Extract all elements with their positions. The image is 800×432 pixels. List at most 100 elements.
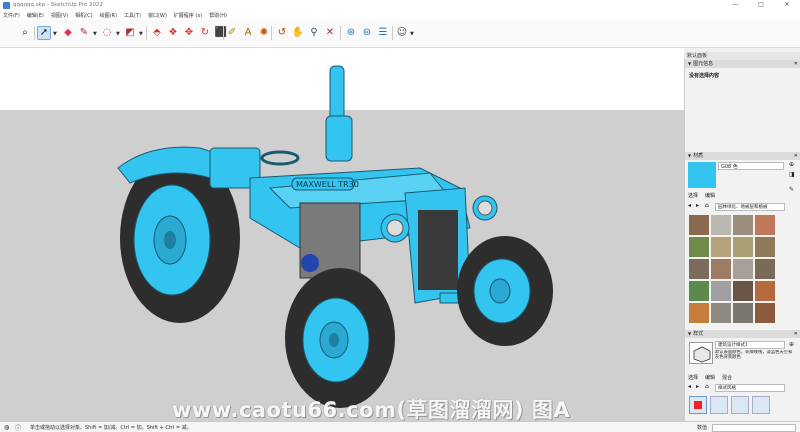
shape-dropdown-icon[interactable]: ▼ [116, 31, 120, 37]
grille [418, 210, 458, 290]
sample-paint-icon[interactable]: ✎ [789, 186, 794, 193]
menu-camera[interactable]: 相机(C) [75, 12, 92, 19]
select-icon[interactable]: ➚ [37, 26, 51, 40]
rotate-icon[interactable]: ↻ [198, 26, 212, 40]
style-thumb-selected[interactable] [689, 396, 707, 414]
panel-close-icon[interactable]: ✕ [794, 152, 798, 160]
shape-icon[interactable]: ◌ [100, 26, 114, 40]
eraser-icon[interactable]: ◆ [61, 26, 75, 40]
forward-arrow-icon[interactable]: ▸ [696, 383, 699, 390]
styles-tab-mix[interactable]: 混合 [722, 374, 732, 381]
material-swatch[interactable] [689, 259, 709, 279]
close-button[interactable]: ✕ [774, 0, 800, 10]
minimize-button[interactable]: — [722, 0, 748, 10]
tray-title: 默认面板 [685, 52, 800, 60]
extension-icon[interactable]: ☰ [376, 26, 390, 40]
material-swatch[interactable] [733, 237, 753, 257]
pencil-dropdown-icon[interactable]: ▼ [93, 31, 97, 37]
style-thumbnail [689, 342, 713, 364]
menu-view[interactable]: 视图(V) [51, 12, 68, 19]
panel-close-icon[interactable]: ✕ [794, 60, 798, 68]
measurements-input[interactable] [712, 424, 796, 432]
material-swatch[interactable] [711, 237, 731, 257]
material-swatch[interactable] [689, 215, 709, 235]
offset-icon[interactable]: ❖ [166, 26, 180, 40]
material-swatch[interactable] [733, 259, 753, 279]
toolbar-separator [271, 26, 272, 40]
zoom-icon[interactable]: ⚲ [307, 26, 321, 40]
geo-location-icon[interactable]: ◍ [4, 424, 9, 431]
material-swatch[interactable] [711, 303, 731, 323]
select-dropdown-icon[interactable]: ▼ [53, 31, 57, 37]
back-arrow-icon[interactable]: ◂ [688, 383, 691, 390]
menu-tools[interactable]: 工具(T) [124, 12, 141, 19]
front-wheel-right [457, 236, 553, 346]
model-viewport[interactable]: MAXWELL TR30 [0, 48, 684, 421]
search-icon[interactable]: ⌕ [18, 26, 32, 40]
materials-header[interactable]: ▼ 材质 ✕ [685, 152, 800, 160]
panel-close-icon[interactable]: ✕ [794, 330, 798, 338]
menu-help[interactable]: 帮助(H) [209, 12, 227, 19]
warehouse-icon[interactable]: ⊜ [360, 26, 374, 40]
material-swatch[interactable] [733, 281, 753, 301]
styles-header[interactable]: ▼ 样式 ✕ [685, 330, 800, 338]
material-swatch[interactable] [711, 259, 731, 279]
collapse-arrow-icon: ▼ [688, 61, 692, 66]
pencil-icon[interactable]: ✎ [77, 26, 91, 40]
menu-window[interactable]: 窗口(W) [148, 12, 167, 19]
orbit-icon[interactable]: ↺ [275, 26, 289, 40]
material-swatch[interactable] [755, 259, 775, 279]
styles-tab-select[interactable]: 选择 [688, 374, 698, 381]
paint-icon[interactable]: ✺ [257, 26, 271, 40]
move-icon[interactable]: ✥ [182, 26, 196, 40]
material-swatch[interactable] [755, 237, 775, 257]
pan-icon[interactable]: ✋ [291, 26, 305, 40]
user-dropdown-icon[interactable]: ▼ [410, 31, 414, 37]
create-style-icon[interactable]: ⊕ [789, 341, 794, 348]
material-swatch[interactable] [733, 215, 753, 235]
material-swatch[interactable] [711, 281, 731, 301]
style-collection-select[interactable]: 样式风格 [715, 384, 785, 392]
user-icon[interactable]: ☺ [395, 26, 409, 40]
tape-measure-icon[interactable]: ✐ [225, 26, 239, 40]
default-material-icon[interactable]: ◨ [789, 171, 795, 178]
material-swatch[interactable] [711, 215, 731, 235]
current-material-swatch [688, 162, 716, 188]
entity-info-header[interactable]: ▼ 图元信息 ✕ [685, 60, 800, 68]
material-swatch[interactable] [733, 303, 753, 323]
material-library-select[interactable]: 园林绿化、地被层和植被 [715, 203, 785, 211]
component-icon[interactable]: ⊛ [344, 26, 358, 40]
material-name-field[interactable]: G08 色 [718, 162, 784, 170]
menu-file[interactable]: 文件(F) [3, 12, 20, 19]
materials-tab-select[interactable]: 选择 [688, 192, 698, 199]
style-thumb[interactable] [710, 396, 728, 414]
material-swatch[interactable] [689, 237, 709, 257]
material-swatch[interactable] [755, 281, 775, 301]
window-controls: — □ ✕ [722, 0, 800, 10]
menu-extensions[interactable]: 扩展程序 (x) [174, 12, 202, 19]
info-icon[interactable]: ⓘ [15, 423, 21, 432]
material-swatch[interactable] [689, 281, 709, 301]
style-thumb[interactable] [731, 396, 749, 414]
material-swatch[interactable] [755, 303, 775, 323]
material-swatch[interactable] [689, 303, 709, 323]
sketchup-logo-icon [3, 1, 10, 9]
home-icon[interactable]: ⌂ [705, 383, 709, 390]
text-icon[interactable]: A [241, 26, 255, 40]
materials-tab-edit[interactable]: 编辑 [705, 192, 715, 199]
create-material-icon[interactable]: ⊕ [789, 161, 794, 168]
styles-tab-edit[interactable]: 编辑 [705, 374, 715, 381]
forward-arrow-icon[interactable]: ▸ [696, 202, 699, 209]
home-icon[interactable]: ⌂ [705, 202, 709, 209]
maximize-button[interactable]: □ [748, 0, 774, 10]
menu-draw[interactable]: 绘图(R) [100, 12, 117, 19]
material-swatch[interactable] [755, 215, 775, 235]
zoom-extents-icon[interactable]: ✕ [323, 26, 337, 40]
push-pull-icon[interactable]: ⬘ [150, 26, 164, 40]
style-thumb[interactable] [752, 396, 770, 414]
paint-dropdown-icon[interactable]: ▼ [139, 31, 143, 37]
paint-bucket-icon[interactable]: ◩ [123, 26, 137, 40]
menu-edit[interactable]: 编辑(E) [27, 12, 44, 19]
style-name-field[interactable]: 建筑设计样式1 [715, 341, 785, 349]
back-arrow-icon[interactable]: ◂ [688, 202, 691, 209]
